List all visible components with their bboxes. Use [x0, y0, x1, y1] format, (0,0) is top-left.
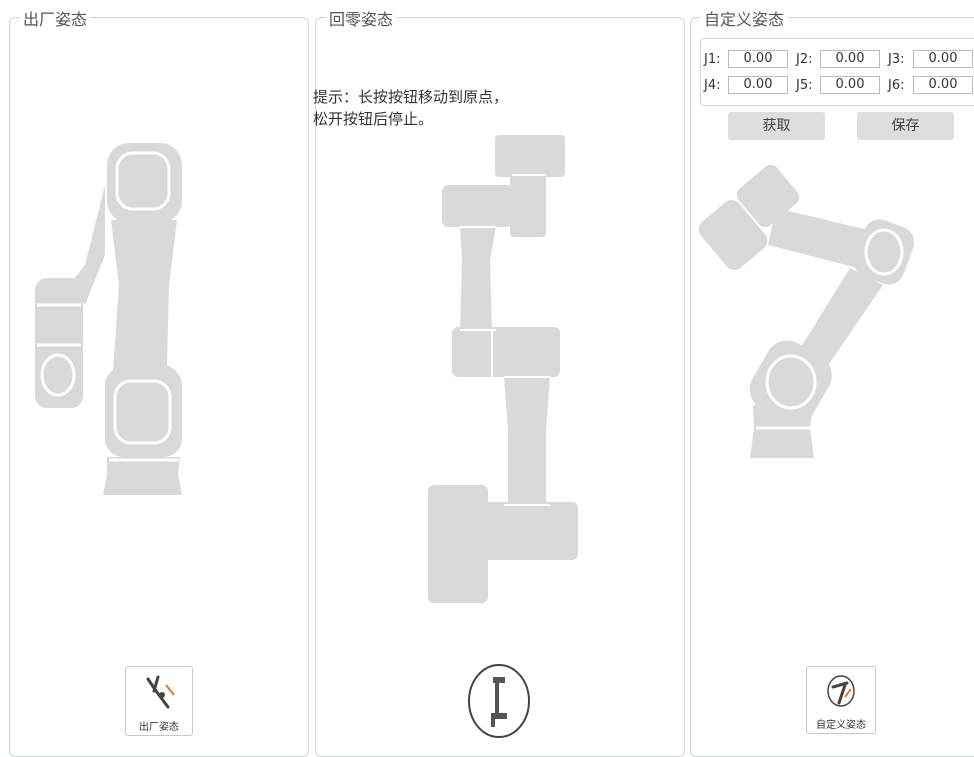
- joint-label-j6: J6:: [888, 78, 905, 93]
- factory-pose-button-label: 出厂姿态: [139, 722, 179, 733]
- custom-pose-button-label: 自定义姿态: [816, 720, 866, 731]
- custom-pose-title: 自定义姿态: [701, 6, 788, 30]
- joint-label-j2: J2:: [796, 52, 813, 67]
- joint-input-j2[interactable]: [820, 50, 880, 68]
- zero-pose-robot: [428, 135, 578, 603]
- joint-input-j6[interactable]: [913, 76, 973, 94]
- factory-pose-button[interactable]: 出厂姿态: [125, 666, 193, 736]
- zero-pose-title: 回零姿态: [326, 6, 397, 30]
- hint-line-1: 提示：长按按钮移动到原点，: [313, 88, 509, 106]
- joint-label-j5: J5:: [796, 78, 813, 93]
- zero-robot-icon: [468, 664, 530, 738]
- factory-pose-robot: [35, 143, 182, 495]
- hint-line-2: 松开按钮后停止。: [313, 110, 434, 128]
- joint-label-j3: J3:: [888, 52, 905, 67]
- custom-pose-robot: [698, 164, 915, 458]
- zero-pose-button[interactable]: [463, 663, 535, 740]
- factory-pose-title: 出厂姿态: [20, 6, 91, 30]
- joint-input-j3[interactable]: [913, 50, 973, 68]
- joint-input-group: [700, 38, 974, 106]
- joint-label-j4: J4:: [704, 78, 721, 93]
- factory-robot-icon: [146, 675, 175, 709]
- custom-pose-button[interactable]: 自定义姿态: [806, 666, 876, 734]
- zero-pose-hint: 提示：长按按钮移动到原点， 松开按钮后停止。: [313, 86, 508, 130]
- get-button[interactable]: 获取: [728, 112, 825, 140]
- custom-robot-icon: [827, 675, 855, 707]
- joint-label-j1: J1:: [704, 52, 721, 67]
- joint-input-j4[interactable]: [728, 76, 788, 94]
- joint-input-j1[interactable]: [728, 50, 788, 68]
- save-button[interactable]: 保存: [857, 112, 954, 140]
- joint-input-j5[interactable]: [820, 76, 880, 94]
